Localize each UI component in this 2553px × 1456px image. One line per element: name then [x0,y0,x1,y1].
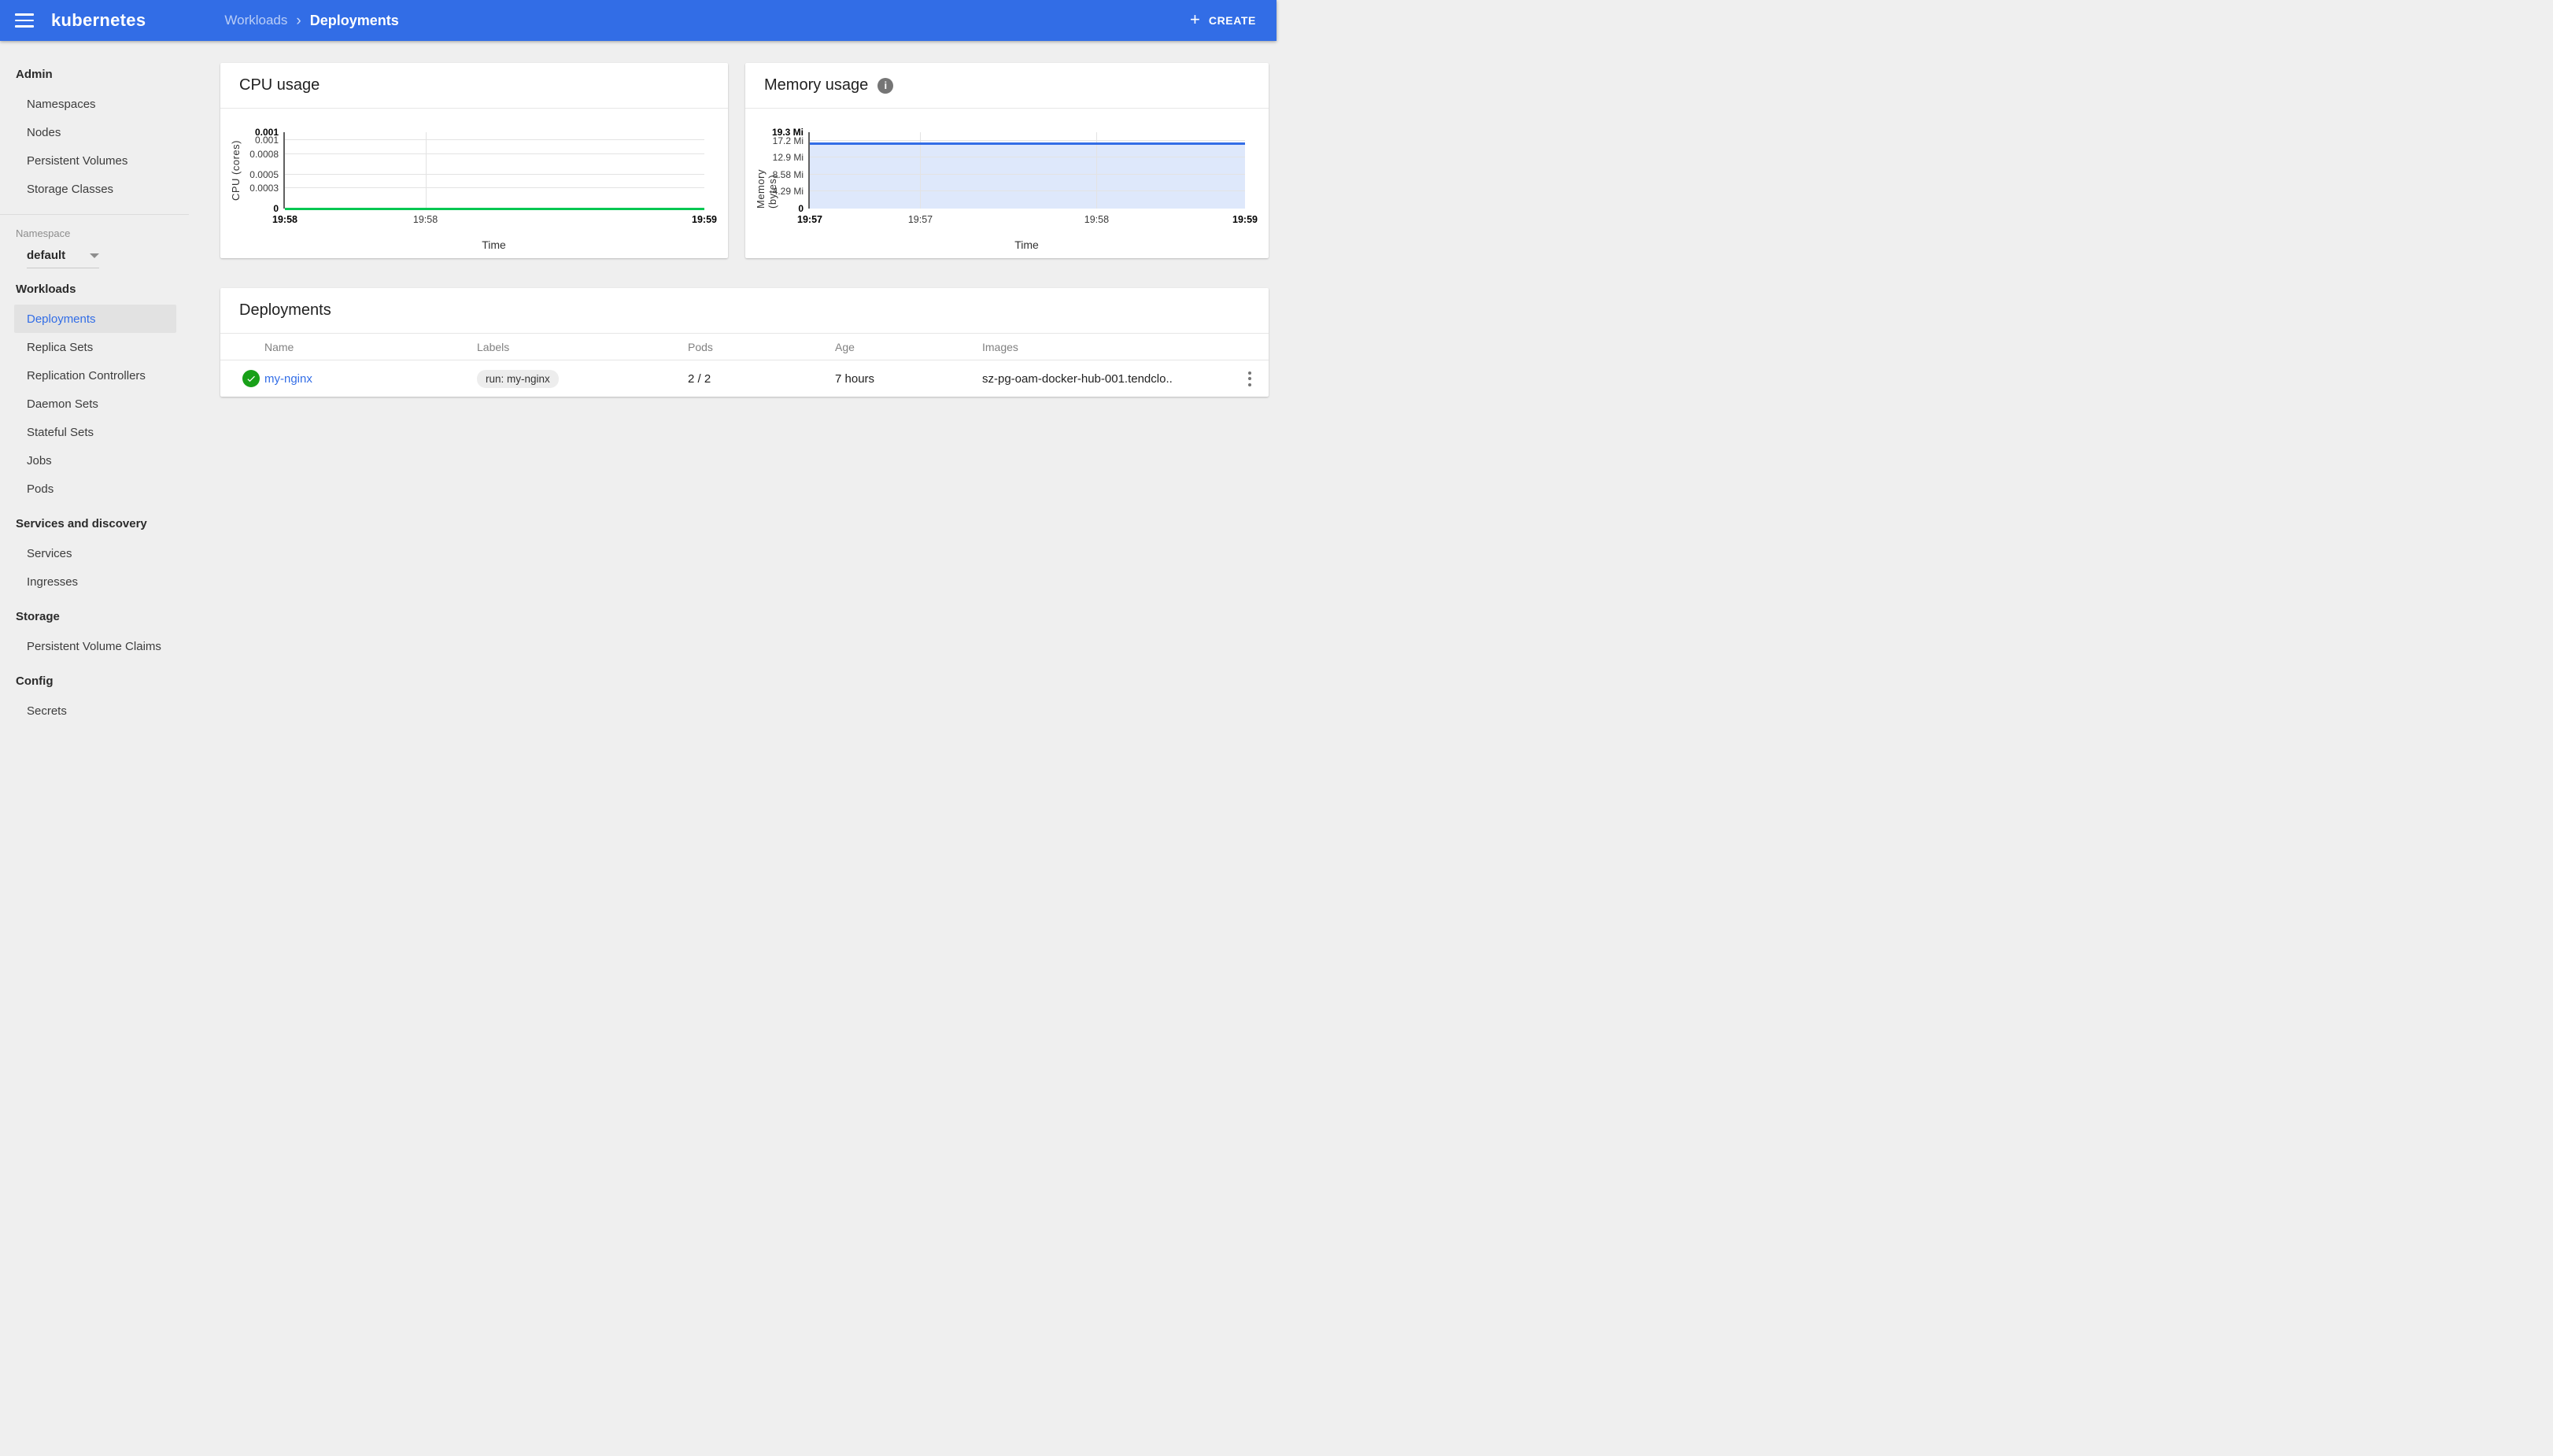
deployments-title: Deployments [239,301,331,319]
table-row: my-nginx run: my-nginx 2 / 2 7 hours sz-… [220,360,1269,397]
gridline [285,187,704,189]
sidebar-item-jobs[interactable]: Jobs [0,446,189,475]
x-tick-label: 19:57 [907,214,933,225]
cpu-usage-title: CPU usage [239,76,320,94]
sidebar-section-config: Config [16,674,54,688]
memory-x-axis-label: Time [1014,238,1039,251]
column-header-images: Images [982,340,1018,353]
x-tick-label: 19:58 [1084,214,1110,225]
sidebar-item-storage-classes[interactable]: Storage Classes [0,175,189,203]
y-tick-label: 0.001 [254,135,279,146]
breadcrumb-workloads[interactable]: Workloads [224,13,287,28]
label-chip: run: my-nginx [477,369,559,388]
column-header-labels: Labels [477,340,510,353]
y-tick-label: 0 [798,203,804,214]
gridline [285,173,704,175]
sidebar-item-ingresses[interactable]: Ingresses [0,567,189,596]
sidebar-item-daemon-sets[interactable]: Daemon Sets [0,390,189,418]
breadcrumb-current: Deployments [309,12,399,28]
cpu-plot-area: 0.001 0.001 0.0008 0.0005 0.0003 0 19:58 19:58 1… [249,127,717,225]
sidebar-item-persistent-volumes[interactable]: Persistent Volumes [0,146,189,175]
sidebar-section-storage: Storage [16,609,60,623]
namespace-select[interactable]: default [27,249,99,268]
memory-plot-area: 19.3 Mi 17.2 Mi 12.9 Mi 8.58 Mi 4.29 Mi 0 19:5… [772,127,1258,225]
column-header-age: Age [835,340,855,353]
main-content: CPU usage CPU (cores) 0.001 0.001 0.0008 0.… [189,41,1276,728]
series-line [810,142,1245,145]
cpu-usage-chart: CPU (cores) 0.001 0.001 0.0008 0.0005 0.0003… [220,109,728,257]
sidebar-section-services-discovery: Services and discovery [16,516,147,530]
y-tick-label: 0.0008 [249,148,279,160]
x-tick-label: 19:58 [272,214,297,225]
gridline [425,132,427,209]
x-tick-label: 19:59 [1232,214,1258,225]
sidebar-item-stateful-sets[interactable]: Stateful Sets [0,418,189,446]
y-tick-label: 0.0003 [249,183,279,194]
table-header-row: Name Labels Pods Age Images [220,334,1269,360]
y-tick-label: 4.29 Mi [772,186,804,198]
sidebar-item-nodes[interactable]: Nodes [0,118,189,146]
sidebar-divider [0,214,189,215]
sidebar: Admin Namespaces Nodes Persistent Volume… [0,41,189,728]
sidebar-section-workloads: Workloads [16,282,76,296]
chevron-right-icon: › [296,12,301,29]
column-header-name: Name [264,340,294,353]
memory-usage-chart: Memory (bytes) 19.3 Mi 17.2 Mi 12.9 Mi 8.58… [745,109,1269,257]
gridline [285,139,704,141]
pods-cell: 2 / 2 [688,371,711,386]
sidebar-item-replication-controllers[interactable]: Replication Controllers [0,361,189,390]
x-tick-label: 19:57 [797,214,822,225]
sidebar-item-deployments[interactable]: Deployments [14,305,176,333]
y-tick-label: 12.9 Mi [772,152,804,164]
y-tick-label: 17.2 Mi [772,135,804,146]
sidebar-item-pods[interactable]: Pods [0,475,189,503]
memory-usage-title: Memory usage [764,76,869,94]
images-cell: sz-pg-oam-docker-hub-001.tendclo.. [982,371,1173,386]
age-cell: 7 hours [835,371,875,386]
status-ok-icon [242,370,260,387]
deployments-card: Deployments Name Labels Pods Age Images … [220,288,1269,397]
breadcrumb: Workloads › Deployments [224,13,398,29]
namespace-value: default [27,249,66,262]
namespace-label: Namespace [16,227,71,239]
y-tick-label: 8.58 Mi [772,168,804,180]
app-bar: kubernetes Workloads › Deployments + CRE… [0,0,1276,41]
memory-usage-card: Memory usage i Memory (bytes) 19.3 Mi 17.… [745,63,1269,258]
plus-icon: + [1190,9,1200,29]
info-icon[interactable]: i [877,77,894,94]
sidebar-item-services[interactable]: Services [0,539,189,567]
sidebar-item-persistent-volume-claims[interactable]: Persistent Volume Claims [0,632,189,660]
row-menu-button[interactable] [1231,367,1269,391]
y-tick-label: 0 [273,203,279,214]
create-button[interactable]: + CREATE [1176,6,1270,35]
gridline [810,190,1245,192]
cpu-y-axis-label: CPU (cores) [230,139,242,201]
chevron-down-icon [90,253,99,258]
gridline [810,139,1245,141]
gridline [810,173,1245,175]
deployment-name-link[interactable]: my-nginx [264,372,477,386]
kubernetes-logo[interactable]: kubernetes [51,10,146,31]
sidebar-item-replica-sets[interactable]: Replica Sets [0,333,189,361]
x-tick-label: 19:58 [412,214,438,225]
gridline [285,153,704,154]
series-line [285,207,704,210]
column-header-pods: Pods [688,340,713,353]
cpu-usage-card: CPU usage CPU (cores) 0.001 0.001 0.0008 0.… [220,63,728,258]
sidebar-item-secrets[interactable]: Secrets [0,697,189,725]
y-tick-label: 0.0005 [249,168,279,180]
sidebar-item-namespaces[interactable]: Namespaces [0,90,189,118]
series-area [810,143,1245,209]
cpu-x-axis-label: Time [482,238,506,251]
sidebar-section-admin: Admin [16,67,53,81]
hamburger-menu-icon[interactable] [15,13,34,28]
x-tick-label: 19:59 [692,214,717,225]
